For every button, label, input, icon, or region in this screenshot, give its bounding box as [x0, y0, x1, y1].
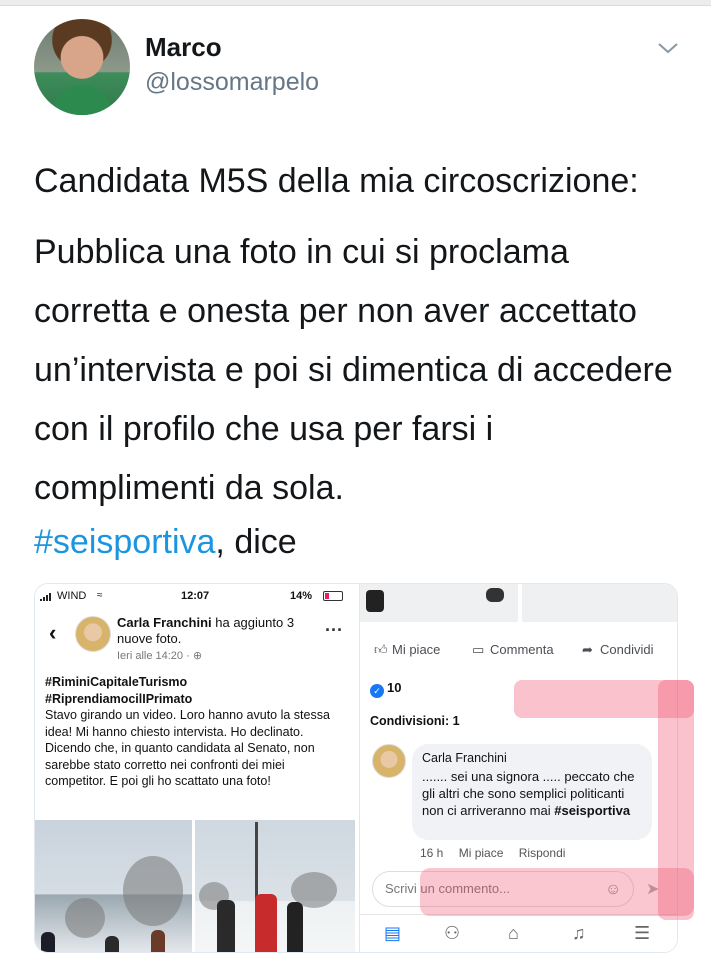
friends-icon[interactable]: ⚇ [444, 923, 460, 944]
highlight-stroke [420, 868, 694, 916]
chevron-down-icon[interactable] [656, 38, 680, 58]
like-badge-icon: ✓ [370, 684, 384, 698]
tweet-line-2: Pubblica una foto in cui si proclama cor… [34, 233, 673, 507]
battery-label: 14% [290, 590, 313, 602]
avatar-shirt [52, 85, 112, 115]
post-body: Stavo girando un video. Loro hanno avuto… [45, 708, 330, 788]
top-photo-strip [360, 584, 677, 622]
comment-author[interactable]: Carla Franchini [422, 751, 642, 765]
comment-button[interactable]: ▭ Commenta [472, 642, 554, 658]
wifi-icon: ≈ [97, 590, 103, 601]
author-handle[interactable]: @lossomarpelo [145, 68, 319, 97]
comment-bubble: Carla Franchini ....... sei una signora … [412, 744, 652, 840]
comment-meta: 16 h Mi piace Rispondi [420, 846, 577, 860]
likes-count[interactable]: ✓ 10 [370, 680, 401, 698]
person-shape [105, 936, 119, 952]
comment-reply-link[interactable]: Rispondi [519, 846, 566, 860]
post-time-label: Ieri alle 14:20 · [117, 650, 193, 662]
comment-like-link[interactable]: Mi piace [459, 846, 504, 860]
back-icon[interactable]: ‹ [49, 620, 56, 646]
like-button-label: Mi piace [392, 642, 441, 657]
tweet-hashtag-line: #seisportiva, dice [34, 516, 297, 568]
signal-icon [40, 593, 51, 601]
thumbs-up-icon: 👍︎ [374, 642, 388, 657]
menu-icon[interactable]: ☰ [634, 923, 650, 944]
post-header: ‹ Carla Franchini ha aggiunto 3 nuove fo… [35, 608, 355, 662]
post-photo-1[interactable] [35, 820, 192, 952]
post-author-avatar[interactable] [75, 616, 111, 652]
person-shape [255, 894, 277, 952]
tree-shape [65, 898, 105, 938]
share-icon: ➦ [582, 642, 593, 657]
comment-author-avatar[interactable] [372, 744, 406, 778]
likes-count-value: 10 [387, 680, 402, 695]
post-photo-2[interactable] [195, 820, 355, 952]
share-button-label: Condividi [600, 642, 654, 657]
comment-body: ....... sei una signora ..... peccato ch… [422, 768, 642, 819]
shares-count[interactable]: Condivisioni: 1 [370, 714, 460, 728]
screenshot-left: WIND ≈ 12:07 14% ‹ Carla Franchini ha ag… [35, 584, 355, 952]
comment-hashtag[interactable]: #seisportiva [554, 803, 630, 818]
tweet-line-1: Candidata M5S della mia circoscrizione: [34, 162, 639, 200]
battery-icon [323, 591, 343, 601]
author-name[interactable]: Marco [145, 32, 222, 63]
hashtag-suffix: , dice [215, 523, 297, 561]
comment-time: 16 h [420, 846, 444, 860]
tweet-text: Candidata M5S della mia circoscrizione: … [34, 152, 684, 518]
person-shape [217, 900, 235, 952]
photo-shape [366, 590, 384, 612]
news-feed-icon[interactable]: ▤ [384, 923, 401, 944]
author-avatar[interactable] [34, 19, 130, 115]
globe-icon: ⊕ [192, 650, 203, 662]
top-divider [0, 0, 711, 6]
phone-status-bar: WIND ≈ 12:07 14% [35, 584, 355, 608]
clock-label: 12:07 [181, 590, 210, 602]
more-icon[interactable]: ··· [325, 620, 343, 641]
post-actions: 👍︎ Mi piace ▭ Commenta ➦ Condividi [360, 638, 677, 664]
notifications-icon[interactable]: ♫ [572, 923, 586, 944]
person-shape [151, 930, 165, 952]
hashtag-link[interactable]: #seisportiva [34, 523, 215, 561]
photo-shape [486, 588, 504, 602]
post-hashtag-2[interactable]: #RiprendiamocilIPrimato [45, 691, 345, 708]
post-text: #RiminiCapitaleTurismo #RiprendiamocilIP… [45, 674, 345, 790]
carrier-label: WIND [57, 590, 87, 602]
person-shape [287, 902, 303, 952]
post-author-name[interactable]: Carla Franchini [117, 615, 212, 630]
comment-icon: ▭ [472, 642, 485, 657]
post-time: Ieri alle 14:20 · ⊕ [117, 649, 202, 662]
comment-button-label: Commenta [490, 642, 554, 657]
tree-shape [123, 856, 183, 926]
marketplace-icon[interactable]: ⌂ [508, 923, 519, 944]
share-button[interactable]: ➦ Condividi [582, 642, 653, 658]
like-button[interactable]: 👍︎ Mi piace [374, 642, 440, 658]
person-shape [41, 932, 55, 952]
post-hashtag-1[interactable]: #RiminiCapitaleTurismo [45, 674, 345, 691]
post-author-line: Carla Franchini ha aggiunto 3 nuove foto… [117, 615, 317, 647]
bottom-tab-bar: ▤ ⚇ ⌂ ♫ ☰ [360, 914, 677, 952]
